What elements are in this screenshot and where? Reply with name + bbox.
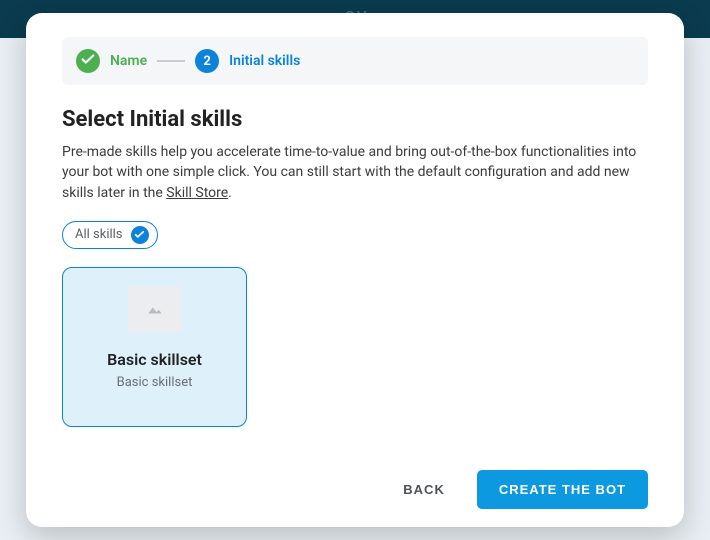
filter-pill-checkmark-icon <box>131 226 149 244</box>
filter-pill-label: All skills <box>75 227 123 242</box>
description-text-2: . <box>228 185 232 201</box>
step-2-label: Initial skills <box>229 53 300 69</box>
page-description: Pre-made skills help you accelerate time… <box>62 142 648 203</box>
all-skills-filter-pill[interactable]: All skills <box>62 221 158 249</box>
checkmark-icon <box>81 52 95 70</box>
skill-card-subtitle: Basic skillset <box>117 375 193 390</box>
wizard-stepper: Name 2 Initial skills <box>62 37 648 85</box>
step-connector <box>157 60 185 62</box>
back-button[interactable]: BACK <box>399 472 449 507</box>
skill-card-basic-skillset[interactable]: Basic skillset Basic skillset <box>62 267 247 427</box>
image-placeholder-icon <box>128 286 182 332</box>
step-2-number-badge: 2 <box>195 49 219 73</box>
modal-footer: BACK CREATE THE BOT <box>62 454 648 509</box>
description-text-1: Pre-made skills help you accelerate time… <box>62 144 636 201</box>
create-bot-modal: Name 2 Initial skills Select Initial ski… <box>26 13 684 527</box>
step-1-done-badge <box>76 49 100 73</box>
filter-row: All skills <box>62 221 648 249</box>
skill-store-link[interactable]: Skill Store <box>166 185 228 201</box>
step-1-label: Name <box>110 53 147 69</box>
create-the-bot-button[interactable]: CREATE THE BOT <box>477 470 648 509</box>
page-title: Select Initial skills <box>62 107 648 132</box>
app-backdrop: CX Name 2 Initial skills Select Initial … <box>0 0 710 540</box>
skill-card-row: Basic skillset Basic skillset <box>62 267 648 454</box>
skill-card-title: Basic skillset <box>107 350 202 369</box>
